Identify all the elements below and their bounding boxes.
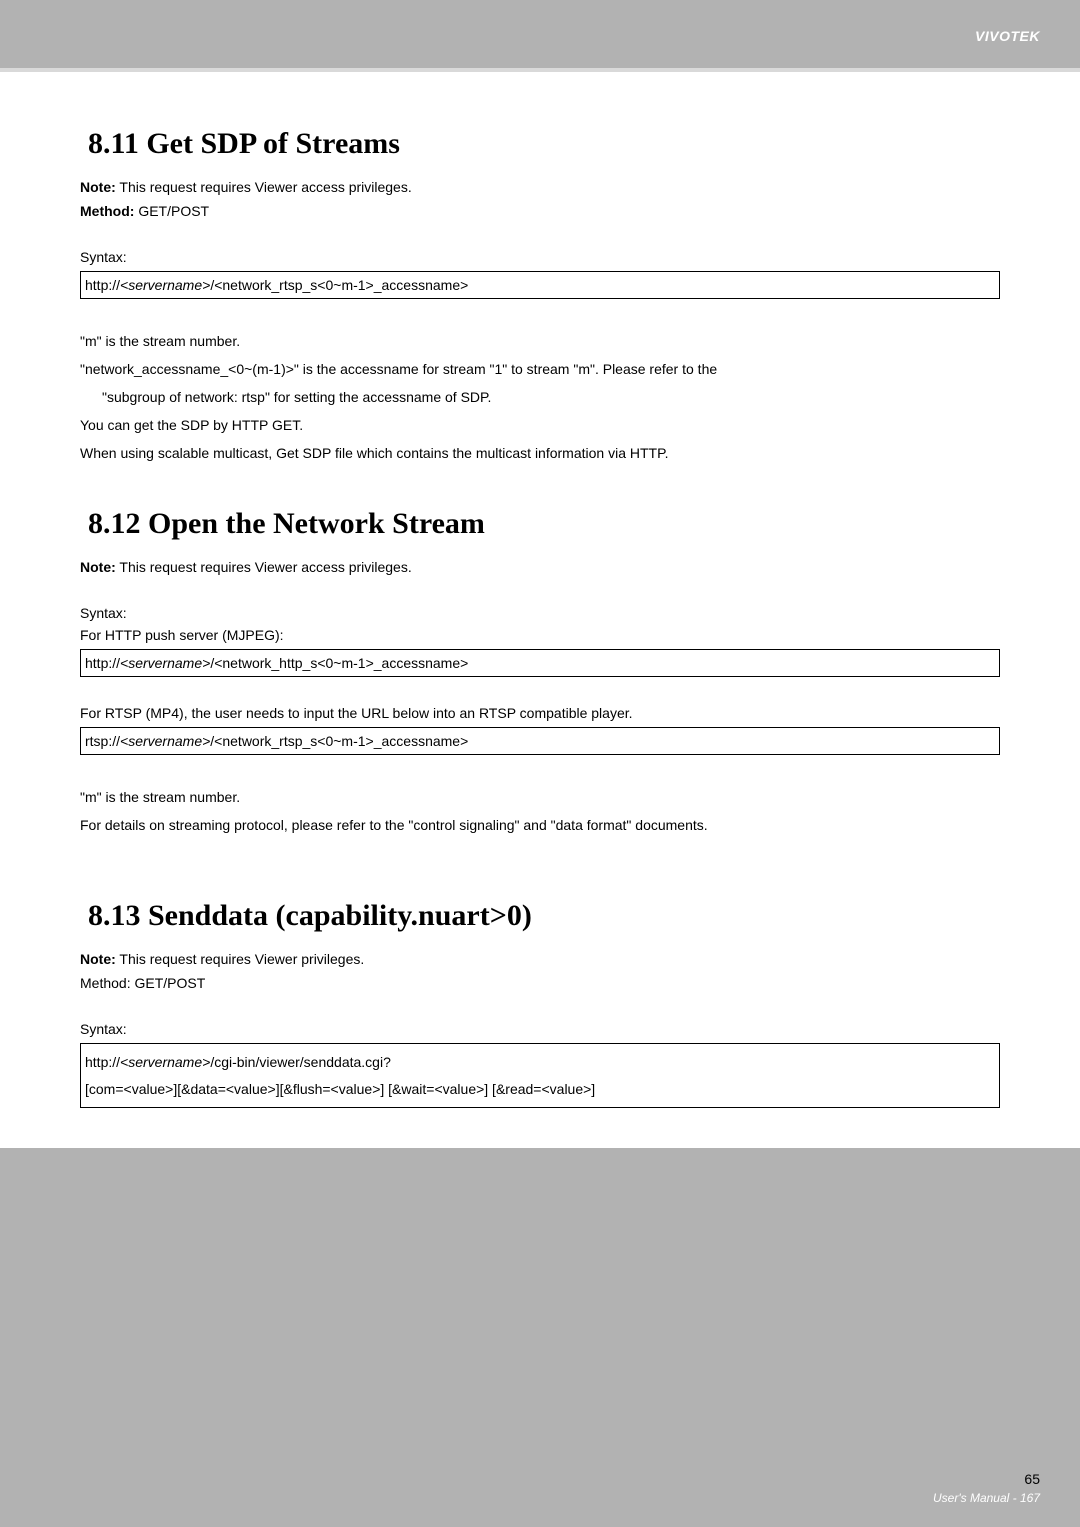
syntax-label-3: Syntax: (80, 1021, 1000, 1037)
sub-label-mjpeg: For HTTP push server (MJPEG): (80, 627, 1000, 643)
syntax-servername-2a: <servername> (120, 655, 210, 671)
body-text-2: "m" is the stream number. For details on… (80, 783, 1000, 839)
syntax-params-3: [com=<value>][&data=<value>][&flush=<val… (85, 1076, 995, 1103)
syntax-prefix: http:// (85, 277, 120, 293)
note-text-2: This request requires Viewer access priv… (116, 559, 412, 575)
note-text: This request requires Viewer access priv… (116, 179, 412, 195)
syntax-box-1: http://<servername>/<network_rtsp_s<0~m-… (80, 271, 1000, 299)
para-accessname: "network_accessname_<0~(m-1)>" is the ac… (80, 355, 1000, 383)
footer-page-num: 65 (933, 1471, 1040, 1487)
syntax-suffix-2b: /<network_rtsp_s<0~m-1>_accessname> (210, 733, 468, 749)
note-line-1: Note: This request requires Viewer acces… (80, 179, 1000, 195)
note-label-3: Note: (80, 951, 116, 967)
note-line-3: Note: This request requires Viewer privi… (80, 951, 1000, 967)
syntax-prefix-2a: http:// (85, 655, 120, 671)
syntax-label-1: Syntax: (80, 249, 1000, 265)
note-label: Note: (80, 179, 116, 195)
note-text-3: This request requires Viewer privileges. (116, 951, 365, 967)
sub-label-rtsp: For RTSP (MP4), the user needs to input … (80, 705, 1000, 721)
para-accessname-indent: "subgroup of network: rtsp" for setting … (80, 383, 1000, 411)
syntax-suffix: /<network_rtsp_s<0~m-1>_accessname> (210, 277, 468, 293)
method-line-1: Method: GET/POST (80, 203, 1000, 219)
section-heading-8-13: 8.13 Senddata (capability.nuart>0) (88, 899, 1000, 933)
method-text: GET/POST (134, 203, 209, 219)
para-http-get: You can get the SDP by HTTP GET. (80, 411, 1000, 439)
para-multicast: When using scalable multicast, Get SDP f… (80, 439, 1000, 467)
method-label: Method: (80, 203, 134, 219)
syntax-box-2b: rtsp://<servername>/<network_rtsp_s<0~m-… (80, 727, 1000, 755)
syntax-prefix-2b: rtsp:// (85, 733, 120, 749)
body-text-1: "m" is the stream number. "network_acces… (80, 327, 1000, 467)
syntax-box-2a: http://<servername>/<network_http_s<0~m-… (80, 649, 1000, 677)
syntax-prefix-3: http:// (85, 1054, 120, 1070)
brand-label: VIVOTEK (975, 28, 1040, 44)
syntax-box-3: http://<servername>/cgi-bin/viewer/sendd… (80, 1043, 1000, 1108)
footer-manual-text: User's Manual - 167 (933, 1491, 1040, 1505)
note-line-2: Note: This request requires Viewer acces… (80, 559, 1000, 575)
syntax-servername-3: <servername> (120, 1054, 210, 1070)
footer: 65 User's Manual - 167 (933, 1471, 1040, 1507)
para-m-stream: "m" is the stream number. (80, 327, 1000, 355)
page-content: 8.11 Get SDP of Streams Note: This reque… (0, 72, 1080, 1148)
para-protocol-details: For details on streaming protocol, pleas… (80, 811, 1000, 839)
syntax-servername-2b: <servername> (120, 733, 210, 749)
section-heading-8-12: 8.12 Open the Network Stream (88, 507, 1000, 541)
syntax-suffix-3: /cgi-bin/viewer/senddata.cgi? (210, 1054, 391, 1070)
syntax-suffix-2a: /<network_http_s<0~m-1>_accessname> (210, 655, 468, 671)
section-heading-8-11: 8.11 Get SDP of Streams (88, 127, 1000, 161)
note-label-2: Note: (80, 559, 116, 575)
syntax-servername: <servername> (120, 277, 210, 293)
header-band: VIVOTEK (0, 0, 1080, 68)
para-m-stream-2: "m" is the stream number. (80, 783, 1000, 811)
method-line-3: Method: GET/POST (80, 975, 1000, 991)
syntax-label-2: Syntax: (80, 605, 1000, 621)
